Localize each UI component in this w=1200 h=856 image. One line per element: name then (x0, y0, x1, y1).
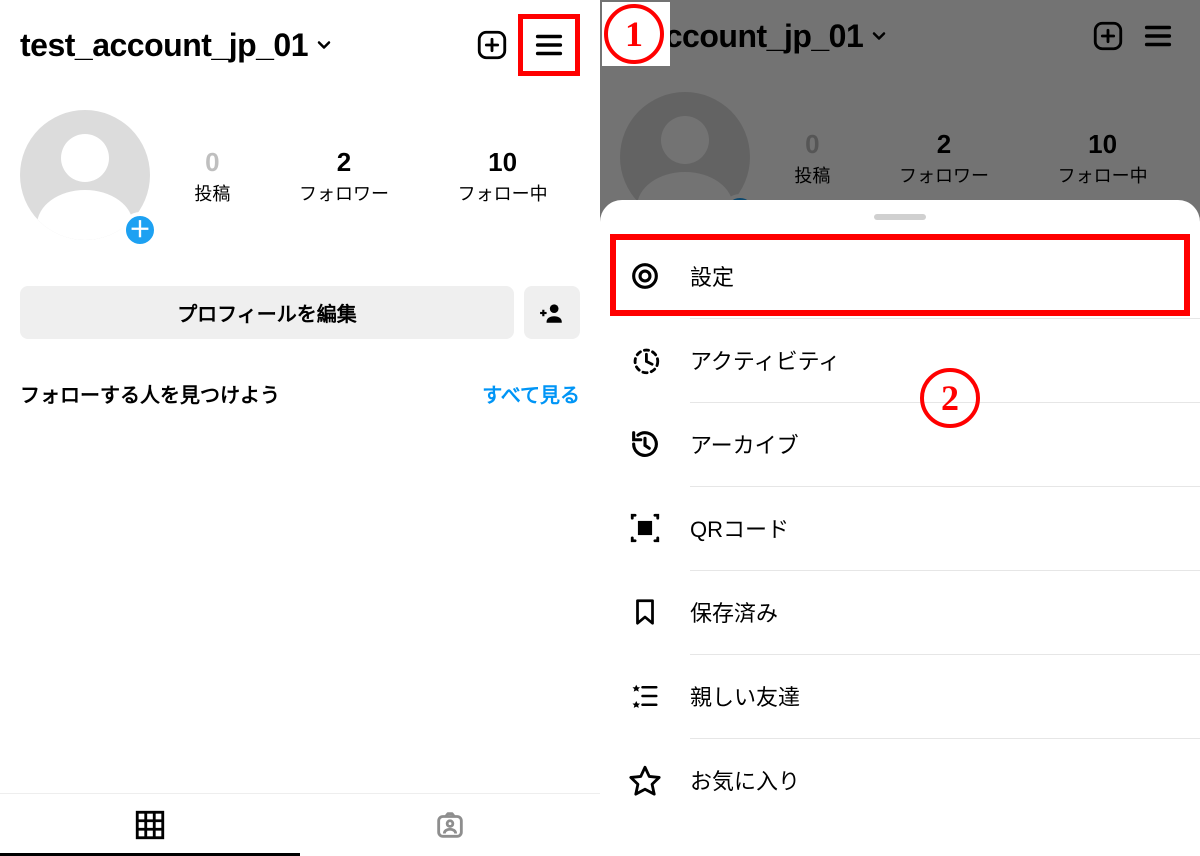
qr-code-icon (622, 511, 668, 545)
bookmark-icon (622, 595, 668, 629)
posts-count: 0 (194, 147, 230, 178)
profile-screen: test_account_jp_01 (0, 0, 600, 856)
chevron-down-icon[interactable] (314, 35, 334, 55)
clock-activity-icon (622, 343, 668, 377)
tab-grid[interactable] (0, 794, 300, 856)
menu-screen: t_account_jp_01 (600, 0, 1200, 856)
menu-item-settings[interactable]: 設定 (600, 234, 1200, 318)
profile-tabs (0, 793, 600, 856)
star-icon (622, 763, 668, 797)
followers-count: 2 (299, 147, 389, 178)
menu-item-activity[interactable]: アクティビティ (600, 318, 1200, 402)
history-icon (622, 427, 668, 461)
followers-label: フォロワー (299, 180, 389, 206)
discover-people-button[interactable] (524, 286, 580, 339)
add-story-icon[interactable]: ＋ (122, 212, 158, 248)
see-all-link[interactable]: すべて見る (482, 379, 580, 408)
menu-label: アーカイブ (690, 428, 799, 460)
tab-tagged[interactable] (300, 794, 600, 856)
create-post-button[interactable] (470, 23, 514, 67)
menu-item-saved[interactable]: 保存済み (600, 570, 1200, 654)
annotation-step-1: 1 (602, 2, 670, 66)
posts-label: 投稿 (194, 180, 230, 206)
stat-following[interactable]: 10 フォロー中 (458, 147, 548, 206)
profile-stats-row: ＋ 0 投稿 2 フォロワー 10 フォロー中 (0, 86, 600, 260)
menu-label: 設定 (690, 260, 734, 292)
sheet-handle[interactable] (874, 214, 926, 220)
find-people-heading: フォローする人を見つけよう (20, 379, 280, 408)
annotation-number: 2 (920, 368, 980, 428)
avatar[interactable]: ＋ (20, 110, 160, 250)
following-label: フォロー中 (458, 180, 548, 206)
profile-header: test_account_jp_01 (0, 0, 600, 86)
menu-label: アクティビティ (690, 344, 840, 376)
gear-icon (622, 259, 668, 293)
stat-followers[interactable]: 2 フォロワー (299, 147, 389, 206)
menu-item-qrcode[interactable]: QRコード (600, 486, 1200, 570)
menu-item-favorites[interactable]: お気に入り (600, 738, 1200, 822)
hamburger-menu-button[interactable] (518, 14, 580, 76)
following-count: 10 (458, 147, 548, 178)
menu-item-archive[interactable]: アーカイブ (600, 402, 1200, 486)
annotation-number: 1 (604, 4, 664, 64)
username-switcher[interactable]: test_account_jp_01 (20, 27, 308, 64)
annotation-step-2: 2 (920, 368, 980, 428)
menu-item-close-friends[interactable]: 親しい友達 (600, 654, 1200, 738)
stat-posts[interactable]: 0 投稿 (194, 147, 230, 206)
menu-label: QRコード (690, 512, 789, 544)
menu-label: お気に入り (690, 764, 800, 796)
menu-label: 親しい友達 (690, 680, 800, 712)
menu-label: 保存済み (690, 596, 778, 628)
bottom-sheet-menu: 設定 アクティビティ (600, 200, 1200, 856)
close-friends-icon (622, 681, 668, 711)
edit-profile-button[interactable]: プロフィールを編集 (20, 286, 514, 339)
